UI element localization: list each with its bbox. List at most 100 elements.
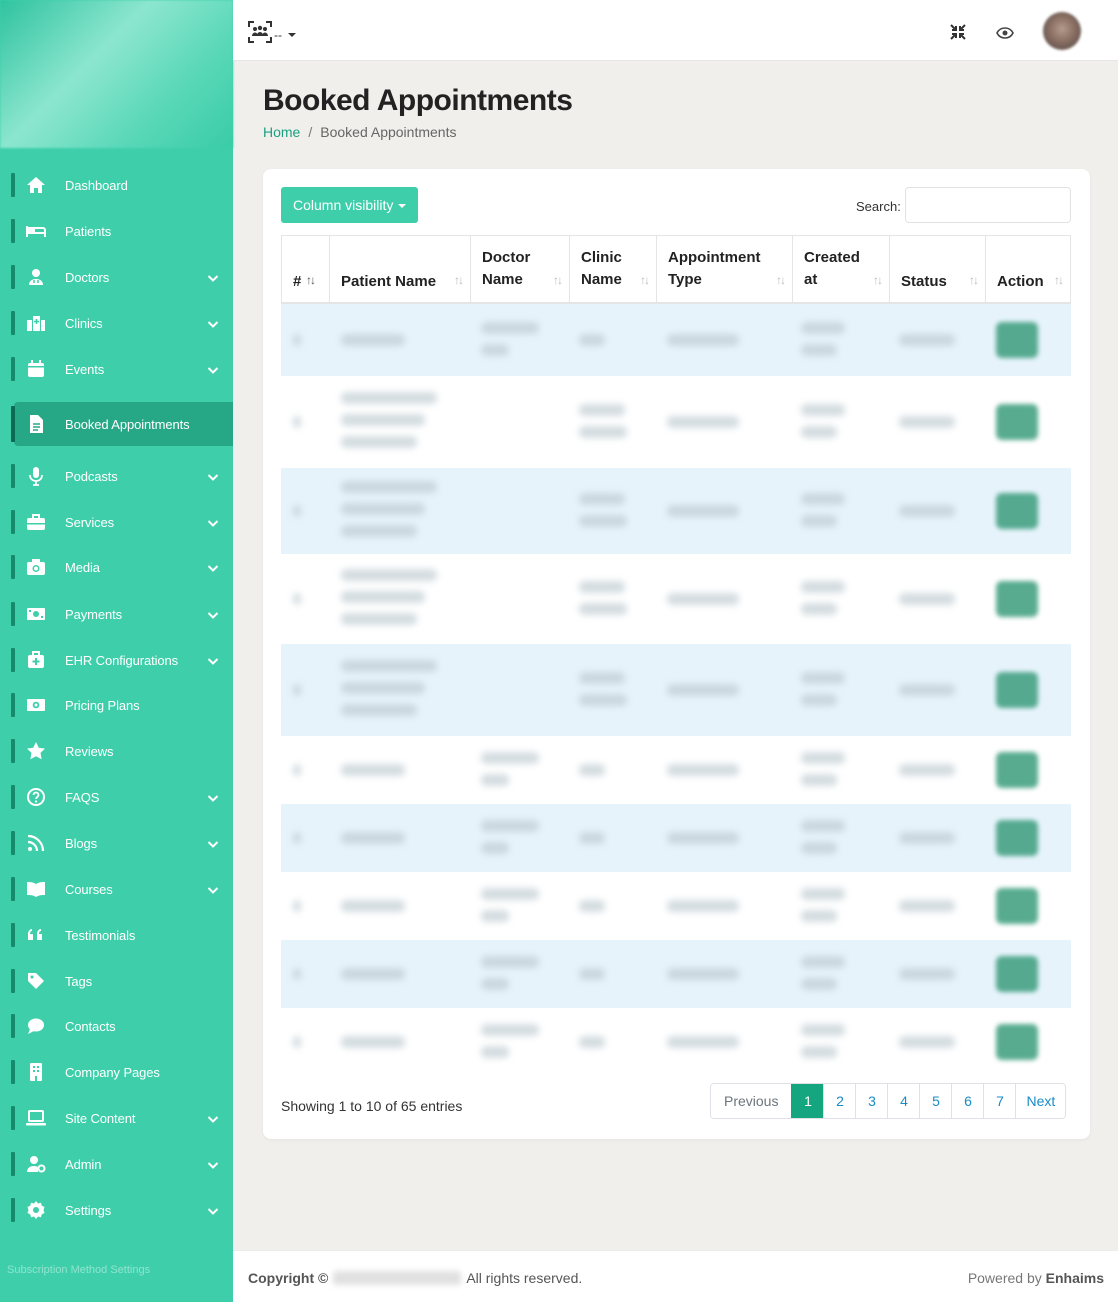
sidebar-item-testimonials[interactable]: Testimonials: [0, 915, 233, 955]
hospital-icon: [26, 313, 46, 333]
redacted-cell: [293, 1036, 301, 1048]
sidebar-item-company-pages[interactable]: Company Pages: [0, 1052, 233, 1092]
sidebar-item-tags[interactable]: Tags: [0, 961, 233, 1001]
pagination-page-6[interactable]: 6: [951, 1084, 984, 1118]
logo[interactable]: [0, 0, 233, 148]
action-button[interactable]: [996, 404, 1038, 440]
pagination: Previous 1 2 3 4 5 6 7 Next: [710, 1083, 1067, 1119]
redacted-cell: [667, 684, 739, 696]
column-header-appointment-type[interactable]: Appointment Type ↑↓: [656, 236, 792, 305]
sidebar-item-reviews[interactable]: Reviews: [0, 731, 233, 771]
chevron-down-icon[interactable]: [207, 883, 219, 895]
pagination-page-2[interactable]: 2: [823, 1084, 856, 1118]
sidebar-item-clinics[interactable]: Clinics: [0, 303, 233, 343]
sidebar-item-courses[interactable]: Courses: [0, 869, 233, 909]
column-header-index[interactable]: # ↑↓: [281, 236, 329, 305]
powered-brand-link[interactable]: Enhaims: [1046, 1270, 1104, 1286]
sidebar-item-blogs[interactable]: Blogs: [0, 823, 233, 863]
redacted-cell: [899, 764, 955, 776]
sidebar-item-dashboard[interactable]: Dashboard: [0, 165, 233, 205]
column-header-doctor-name[interactable]: Doctor Name ↑↓: [470, 236, 569, 305]
action-button[interactable]: [996, 493, 1038, 529]
redacted-cell: [293, 764, 301, 776]
redacted-cell: [293, 684, 301, 696]
chevron-down-icon[interactable]: [207, 1204, 219, 1216]
pagination-page-5[interactable]: 5: [919, 1084, 952, 1118]
chevron-down-icon[interactable]: [207, 1112, 219, 1124]
chevron-down-icon[interactable]: [207, 317, 219, 329]
chevron-down-icon[interactable]: [207, 837, 219, 849]
microphone-icon: [26, 466, 46, 486]
sidebar-item-services[interactable]: Services: [0, 502, 233, 542]
action-button[interactable]: [996, 752, 1038, 788]
redacted-cell: [341, 414, 425, 426]
sidebar-item-media[interactable]: Media: [0, 547, 233, 587]
redacted-cell: [801, 774, 837, 786]
tag-icon: [26, 971, 46, 991]
chevron-down-icon[interactable]: [207, 608, 219, 620]
sidebar-item-events[interactable]: Events: [0, 349, 233, 389]
user-doctor-icon: [26, 267, 46, 287]
avatar[interactable]: [1043, 12, 1081, 50]
compress-icon[interactable]: [950, 24, 966, 45]
sidebar-item-indicator: [11, 464, 15, 488]
redacted-cell: [341, 832, 405, 844]
pagination-page-4[interactable]: 4: [887, 1084, 920, 1118]
redacted-cell: [579, 404, 625, 416]
chevron-down-icon[interactable]: [207, 470, 219, 482]
sidebar-item-pricing-plans[interactable]: Pricing Plans: [0, 685, 233, 725]
redacted-cell: [481, 752, 539, 764]
action-button[interactable]: [996, 956, 1038, 992]
column-header-status[interactable]: Status ↑↓: [889, 236, 985, 305]
redacted-cell: [341, 525, 417, 537]
subscription-method-settings-link[interactable]: Subscription Method Settings: [7, 1264, 150, 1276]
chevron-down-icon[interactable]: [207, 791, 219, 803]
action-button[interactable]: [996, 581, 1038, 617]
sidebar-item-admin[interactable]: Admin: [0, 1144, 233, 1184]
sidebar-item-patients[interactable]: Patients: [0, 211, 233, 251]
chevron-down-icon[interactable]: [207, 561, 219, 573]
action-button[interactable]: [996, 1024, 1038, 1060]
bed-icon: [26, 221, 46, 241]
caret-down-icon: [398, 203, 407, 208]
column-header-created-at[interactable]: Created at ↑↓: [792, 236, 889, 305]
chevron-down-icon[interactable]: [207, 271, 219, 283]
redacted-cell: [579, 832, 605, 844]
redacted-cell: [481, 842, 509, 854]
group-selector[interactable]: --: [247, 20, 296, 49]
action-button[interactable]: [996, 888, 1038, 924]
pagination-next[interactable]: Next: [1015, 1084, 1066, 1118]
pagination-previous[interactable]: Previous: [711, 1084, 792, 1118]
breadcrumb-home-link[interactable]: Home: [263, 124, 300, 140]
search-input[interactable]: [905, 187, 1071, 223]
redacted-cell: [579, 603, 627, 615]
sidebar-item-booked-appointments[interactable]: Booked Appointments: [11, 402, 233, 446]
action-button[interactable]: [996, 672, 1038, 708]
pagination-page-7[interactable]: 7: [983, 1084, 1016, 1118]
sidebar-item-contacts[interactable]: Contacts: [0, 1006, 233, 1046]
sidebar-item-ehr-configurations[interactable]: EHR Configurations: [0, 640, 233, 680]
redacted-cell: [341, 704, 417, 716]
sidebar-item-settings[interactable]: Settings: [0, 1190, 233, 1230]
column-header-clinic-name[interactable]: Clinic Name ↑↓: [569, 236, 656, 305]
sidebar-item-payments[interactable]: Payments: [0, 594, 233, 634]
chevron-down-icon[interactable]: [207, 363, 219, 375]
eye-icon[interactable]: [996, 26, 1014, 44]
column-header-patient-name[interactable]: Patient Name ↑↓: [329, 236, 470, 305]
column-visibility-button[interactable]: Column visibility: [281, 187, 419, 223]
sort-icon: ↑↓: [1054, 273, 1064, 287]
chevron-down-icon[interactable]: [207, 654, 219, 666]
chevron-down-icon[interactable]: [207, 516, 219, 528]
chevron-down-icon[interactable]: [207, 1158, 219, 1170]
sidebar-item-faqs[interactable]: FAQS: [0, 777, 233, 817]
sidebar-item-site-content[interactable]: Site Content: [0, 1098, 233, 1138]
pagination-page-1[interactable]: 1: [791, 1084, 824, 1118]
topbar: --: [233, 0, 1118, 61]
sidebar-item-podcasts[interactable]: Podcasts: [0, 456, 233, 496]
action-button[interactable]: [996, 820, 1038, 856]
redacted-cell: [341, 334, 405, 346]
action-button[interactable]: [996, 322, 1038, 358]
pagination-page-3[interactable]: 3: [855, 1084, 888, 1118]
column-header-action[interactable]: Action ↑↓: [985, 236, 1071, 305]
sidebar-item-doctors[interactable]: Doctors: [0, 257, 233, 297]
